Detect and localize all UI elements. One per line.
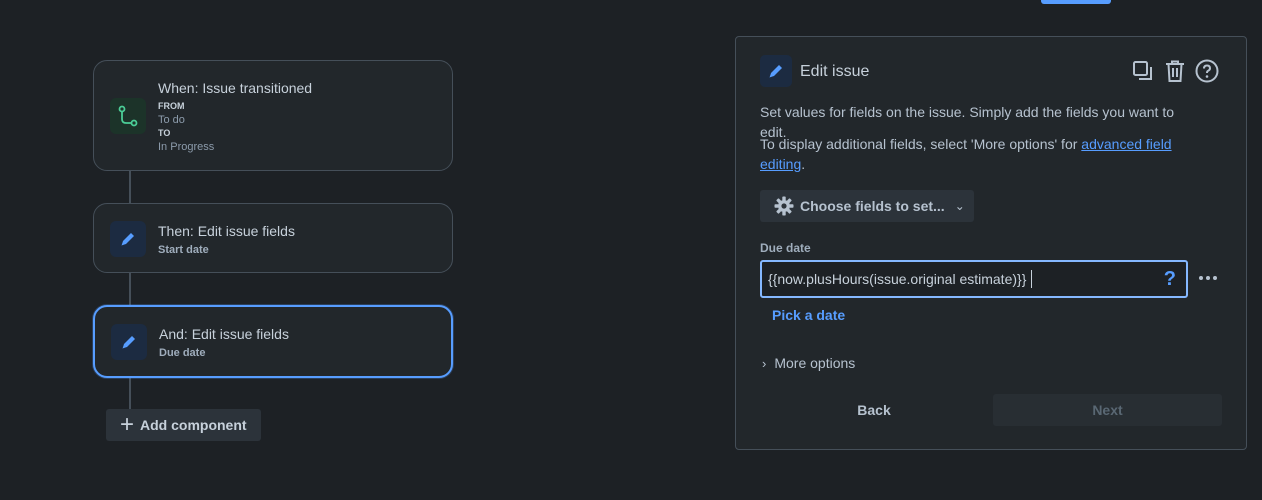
more-info-text: To display additional fields, select 'Mo…: [760, 136, 1082, 152]
panel-actions: [1130, 57, 1220, 85]
help-icon: [1195, 59, 1219, 83]
flow-connector: [129, 171, 131, 203]
action-title: And: Edit issue fields: [159, 326, 289, 342]
to-value: In Progress: [158, 141, 215, 153]
dot-icon: [1199, 276, 1203, 280]
action-card-due-date[interactable]: And: Edit issue fields Due date: [93, 305, 453, 378]
action-card-start-date[interactable]: Then: Edit issue fields Start date: [93, 203, 453, 273]
due-date-label: Due date: [760, 241, 811, 255]
pencil-icon: [111, 324, 147, 360]
next-button[interactable]: Next: [993, 394, 1222, 426]
chevron-right-icon: ›: [762, 355, 767, 371]
active-tab-indicator: [1041, 0, 1111, 4]
gear-icon: [774, 196, 794, 216]
from-value: To do: [158, 114, 185, 126]
to-label: TO: [158, 128, 171, 138]
help-button[interactable]: [1194, 57, 1220, 85]
add-component-label: Add component: [140, 417, 247, 433]
dot-icon: [1213, 276, 1217, 280]
branch-icon: [110, 98, 146, 134]
choose-fields-label: Choose fields to set...: [800, 198, 945, 214]
trigger-card[interactable]: When: Issue transitioned FROM To do TO I…: [93, 60, 453, 171]
trash-icon: [1166, 60, 1184, 82]
more-info-suffix: .: [801, 156, 806, 172]
back-button[interactable]: Back: [760, 394, 988, 426]
copy-icon: [1133, 61, 1152, 80]
pencil-icon: [110, 221, 146, 257]
panel-more-info: To display additional fields, select 'Mo…: [760, 134, 1200, 174]
due-date-value: {{now.plusHours(issue.original estimate)…: [768, 271, 1027, 287]
pencil-icon: [760, 55, 792, 87]
panel-title: Edit issue: [800, 63, 870, 80]
due-date-input[interactable]: {{now.plusHours(issue.original estimate)…: [760, 260, 1188, 298]
more-options-toggle[interactable]: › More options: [762, 355, 855, 371]
action-subtitle: Start date: [158, 244, 209, 256]
edit-issue-panel: Edit issue Set values for fields on the …: [735, 36, 1247, 450]
flow-connector: [129, 273, 131, 305]
add-component-button[interactable]: + Add component: [106, 409, 261, 441]
smart-value-help-icon[interactable]: ?: [1164, 268, 1176, 291]
trigger-title: When: Issue transitioned: [158, 80, 313, 96]
action-subtitle: Due date: [159, 347, 206, 359]
automation-editor: When: Issue transitioned FROM To do TO I…: [0, 0, 1262, 500]
from-label: FROM: [158, 101, 185, 111]
text-caret: [1031, 270, 1033, 288]
more-options-label: More options: [774, 355, 856, 371]
choose-fields-button[interactable]: Choose fields to set... ⌄: [760, 190, 974, 222]
dot-icon: [1206, 276, 1210, 280]
delete-button[interactable]: [1162, 57, 1188, 85]
chevron-down-icon: ⌄: [954, 199, 965, 213]
duplicate-button[interactable]: [1130, 57, 1156, 85]
flow-connector: [129, 378, 131, 409]
pick-a-date-link[interactable]: Pick a date: [772, 307, 845, 323]
more-actions-button[interactable]: [1196, 266, 1220, 290]
action-title: Then: Edit issue fields: [158, 223, 295, 239]
plus-icon: +: [120, 411, 135, 438]
